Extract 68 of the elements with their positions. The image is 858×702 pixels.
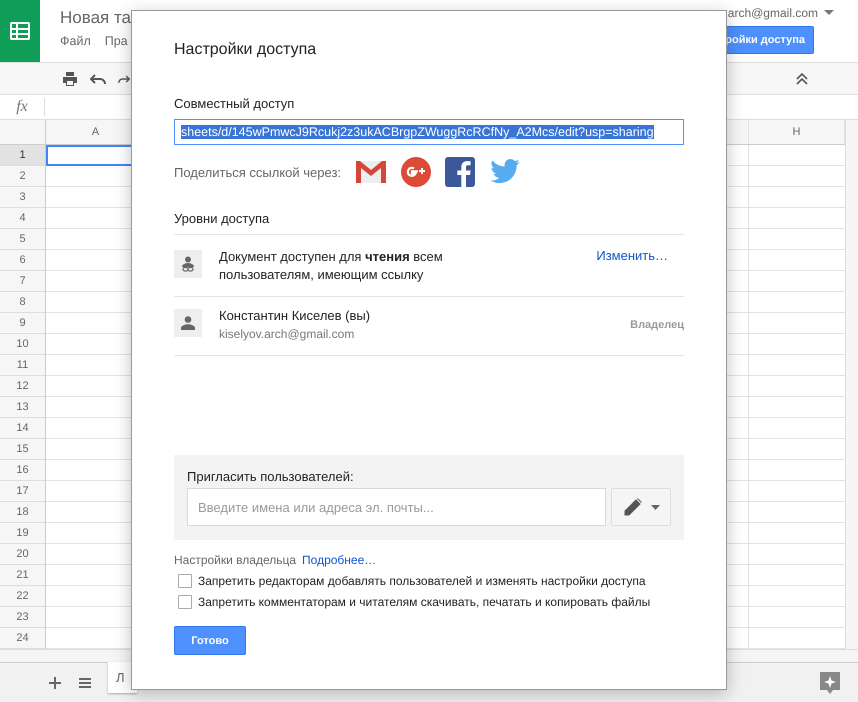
section-label: Уровни доступа	[174, 211, 684, 235]
menu-item[interactable]: Пра	[104, 34, 128, 48]
row-header[interactable]: 13	[0, 397, 46, 418]
role-label: Владелец	[630, 319, 684, 333]
option-label: Запретить комментаторам и читателям скачивать, печатать и копировать файлы	[198, 595, 650, 609]
row-header[interactable]: 15	[0, 439, 46, 460]
row-header[interactable]: 24	[0, 628, 46, 649]
row-header[interactable]: 5	[0, 229, 46, 250]
share-via-label: Поделиться ссылкой через:	[174, 164, 342, 180]
menu-item[interactable]: Файл	[60, 34, 91, 48]
print-icon[interactable]	[62, 72, 78, 86]
access-description: Документ доступен для чтения всем пользователям, имеющим ссылку	[219, 248, 444, 284]
row-header[interactable]: 16	[0, 460, 46, 481]
row-header[interactable]: 14	[0, 418, 46, 439]
row-header[interactable]: 23	[0, 607, 46, 628]
vertical-scrollbar[interactable]	[845, 120, 858, 649]
checkbox[interactable]	[178, 595, 192, 609]
row-header[interactable]: 7	[0, 271, 46, 292]
invite-field[interactable]: Введите имена или адреса эл. почты...	[187, 488, 606, 526]
envelope-icon[interactable]	[355, 159, 388, 185]
person-icon	[174, 309, 202, 337]
row-header[interactable]: 12	[0, 376, 46, 397]
link-field[interactable]: sheets/d/145wPmwcJ9Rcukj2z3ukACBrgpZWuggRcRCfNy_A2Mcs/edit?usp=sharing	[174, 119, 684, 145]
collapse-icon[interactable]	[796, 72, 808, 84]
user-name: Константин Киселев (вы)	[219, 307, 372, 325]
owner-settings-label: Настройки владельца	[174, 553, 296, 567]
sheets-logo-icon[interactable]	[0, 0, 40, 62]
permission-button[interactable]	[611, 488, 671, 526]
row-header[interactable]: 4	[0, 208, 46, 229]
row-header[interactable]: 17	[0, 481, 46, 502]
dialog-title: Настройки доступа	[174, 41, 318, 59]
section-label: Совместный доступ	[174, 96, 296, 111]
row-header[interactable]: 22	[0, 586, 46, 607]
facebook-icon[interactable]	[445, 157, 476, 187]
row-header[interactable]: 11	[0, 355, 46, 376]
google-plus-icon[interactable]	[401, 157, 432, 187]
pencil-icon	[622, 497, 642, 517]
user-email: kiselyov.arch@gmail.com	[219, 326, 356, 343]
change-link[interactable]: Изменить…	[596, 248, 668, 284]
redo-icon[interactable]	[118, 72, 130, 84]
undo-icon[interactable]	[90, 72, 106, 84]
row-header[interactable]: 8	[0, 292, 46, 313]
bird-icon[interactable]	[489, 158, 522, 186]
link-person-icon	[174, 250, 202, 278]
row-header[interactable]: 1	[0, 145, 46, 166]
row-header[interactable]: 18	[0, 502, 46, 523]
checkbox[interactable]	[178, 574, 192, 588]
row-header[interactable]: 10	[0, 334, 46, 355]
sheet-list-icon[interactable]	[78, 676, 92, 688]
invite-label: Пригласить пользователей:	[187, 469, 355, 484]
add-sheet-icon[interactable]	[48, 676, 62, 690]
explore-icon[interactable]	[820, 672, 840, 694]
account-email[interactable]: arch@gmail.com	[728, 6, 818, 20]
done-button[interactable]: Готово	[174, 626, 246, 655]
row-header[interactable]: 19	[0, 523, 46, 544]
option-label: Запретить редакторам добавлять пользователей и изменять настройки доступа	[198, 574, 646, 588]
row-header[interactable]: 20	[0, 544, 46, 565]
corner-cell[interactable]	[0, 120, 46, 145]
row-header[interactable]: 6	[0, 250, 46, 271]
formula-label: fx	[0, 98, 45, 116]
row-header[interactable]: 2	[0, 166, 46, 187]
caret-icon[interactable]	[824, 10, 834, 16]
row-header[interactable]: 21	[0, 565, 46, 586]
row-header[interactable]: 9	[0, 313, 46, 334]
learn-more-link[interactable]: Подробнее…	[302, 553, 376, 567]
caret-icon	[650, 504, 660, 510]
document-title[interactable]: Новая та	[60, 8, 132, 28]
row-header[interactable]: 3	[0, 187, 46, 208]
